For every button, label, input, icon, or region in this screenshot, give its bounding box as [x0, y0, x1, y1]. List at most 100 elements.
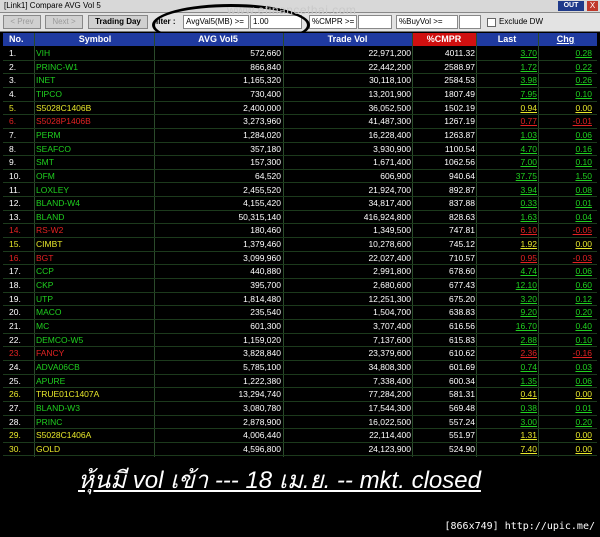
col-last[interactable]: Last: [477, 33, 537, 46]
table-row[interactable]: 6. S5028P1406B 3,273,960 41,487,300 1267.19 0…: [3, 115, 597, 129]
row-last: 1.92: [520, 239, 537, 250]
row-number: 20.: [9, 307, 21, 318]
table-row[interactable]: 7. PERM 1,284,020 16,228,400 1263.87 1.03 0.06: [3, 129, 597, 143]
table-row[interactable]: 20. MACO 235,540 1,504,700 638.83 9.20 0.20: [3, 306, 597, 320]
table-row[interactable]: 13. BLAND 50,315,140 416,924,800 828.63 1.63 0…: [3, 211, 597, 225]
row-last: 12.10: [515, 280, 537, 291]
table-row[interactable]: 30. GOLD 4,596,800 24,123,900 524.90 7.40 0.00: [3, 443, 597, 457]
row-symbol: S5028C1406B: [36, 102, 92, 113]
row-symbol: CCP: [36, 266, 54, 277]
row-avg-vol5: 730,400: [250, 88, 281, 99]
row-chg: 0.00: [575, 102, 592, 113]
buyvol-field-value: %BuyVol >=: [399, 17, 443, 26]
col-avg-vol5[interactable]: AVG Vol5: [155, 33, 281, 46]
table-row[interactable]: 22. DEMCO-W5 1,159,020 7,137,600 615.83 2.88 0…: [3, 334, 597, 348]
row-symbol: BGT: [36, 252, 54, 263]
compare-avg-vol-window: [Link1] Compare AVG Vol 5 OUT X < Prev N…: [0, 0, 600, 537]
row-avg-vol5: 64,520: [255, 170, 281, 181]
out-button[interactable]: OUT: [558, 1, 584, 11]
row-number: 2.: [9, 61, 17, 72]
table-row[interactable]: 29. S5028C1406A 4,006,440 22,114,400 551.97 1…: [3, 429, 597, 443]
table-row[interactable]: 1. VIH 572,660 22,971,200 4011.32 3.70 0.28: [3, 47, 597, 61]
row-last: 1.72: [520, 61, 537, 72]
table-row[interactable]: 9. SMT 157,300 1,671,400 1062.56 7.00 0.10: [3, 156, 597, 170]
row-number: 7.: [9, 129, 17, 140]
col-no[interactable]: No.: [9, 33, 35, 46]
row-trade-vol: 416,924,800: [363, 211, 411, 222]
row-symbol: VIH: [36, 48, 51, 58]
row-avg-vol5: 357,180: [250, 143, 281, 154]
table-row[interactable]: 18. CKP 395,700 2,680,600 677.43 12.10 0.60: [3, 279, 597, 293]
table-row[interactable]: 24. ADVA06CB 5,785,100 34,808,300 601.69 0.74…: [3, 361, 597, 375]
row-cmpr: 638.83: [449, 307, 475, 318]
row-trade-vol: 606,900: [380, 170, 411, 181]
table-row[interactable]: 3. INET 1,165,320 30,118,100 2584.53 3.98 0.26: [3, 74, 597, 88]
row-trade-vol: 41,487,300: [368, 116, 411, 127]
row-trade-vol: 17,544,300: [368, 402, 411, 413]
table-row[interactable]: 27. BLAND-W3 3,080,780 17,544,300 569.48 0.38…: [3, 402, 597, 416]
table-row[interactable]: 26. TRUE01C1407A 13,294,740 77,284,200 581.3…: [3, 388, 597, 402]
row-number: 10.: [9, 170, 21, 181]
row-avg-vol5: 395,700: [250, 280, 281, 291]
exclude-dw-checkbox[interactable]: [487, 18, 496, 27]
row-number: 24.: [9, 361, 21, 372]
table-row[interactable]: 12. BLAND-W4 4,155,420 34,817,400 837.88 0.33…: [3, 197, 597, 211]
table-row[interactable]: 19. UTP 1,814,480 12,251,300 675.20 3.20 0.12: [3, 293, 597, 307]
table-row[interactable]: 11. LOXLEY 2,455,520 21,924,700 892.87 3.94 0.…: [3, 184, 597, 198]
table-row[interactable]: 8. SEAFCO 357,180 3,930,900 1100.54 4.70 0.16: [3, 143, 597, 157]
cmpr-value-input[interactable]: [358, 15, 392, 29]
watermark: www.efinancethai.com: [227, 3, 357, 17]
row-trade-vol: 3,930,900: [373, 143, 411, 154]
table-row[interactable]: 16. BGT 3,099,960 22,027,400 710.57 0.95 -0.03: [3, 252, 597, 266]
row-symbol: FANCY: [36, 348, 65, 359]
table-row[interactable]: 4. TIPCO 730,400 13,201,900 1807.49 7.95 0.10: [3, 88, 597, 102]
close-button[interactable]: X: [587, 1, 598, 11]
table-row[interactable]: 28. PRINC 2,878,900 16,022,500 557.24 3.00 0.2…: [3, 416, 597, 430]
table-row[interactable]: 21. MC 601,300 3,707,400 616.56 16.70 0.40: [3, 320, 597, 334]
buyvol-field-select[interactable]: %BuyVol >=: [396, 15, 458, 29]
row-last: 0.74: [520, 361, 537, 372]
window-title: [Link1] Compare AVG Vol 5: [4, 1, 101, 10]
row-trade-vol: 36,052,500: [368, 102, 411, 113]
row-number: 14.: [9, 225, 21, 236]
table-row[interactable]: 25. APURE 1,222,380 7,338,400 600.34 1.35 0.06: [3, 375, 597, 389]
table-row[interactable]: 2. PRINC-W1 866,840 22,442,200 2588.97 1.72 0.…: [3, 61, 597, 75]
row-chg: 0.22: [575, 61, 592, 72]
row-avg-vol5: 3,099,960: [243, 252, 281, 263]
table-row[interactable]: 10. OFM 64,520 606,900 940.64 37.75 1.50: [3, 170, 597, 184]
row-symbol: S5028P1406B: [36, 116, 91, 127]
trading-day-button[interactable]: Trading Day: [88, 15, 148, 29]
table-row[interactable]: 5. S5028C1406B 2,400,000 36,052,500 1502.19 0…: [3, 102, 597, 116]
exclude-dw-label: Exclude DW: [499, 17, 544, 26]
row-trade-vol: 16,022,500: [368, 416, 411, 427]
row-trade-vol: 7,137,600: [373, 334, 411, 345]
col-chg[interactable]: Chg: [539, 33, 592, 46]
row-symbol: CIMBT: [36, 239, 63, 250]
col-symbol[interactable]: Symbol: [36, 33, 154, 46]
row-chg: 0.08: [575, 184, 592, 195]
col-cmpr[interactable]: %CMPR: [413, 33, 475, 46]
row-last: 3.94: [520, 184, 537, 195]
col-trade-vol[interactable]: Trade Vol: [284, 33, 411, 46]
row-symbol: TIPCO: [36, 88, 62, 99]
table-row[interactable]: 23. FANCY 3,828,840 23,379,600 610.62 2.36 -0.…: [3, 347, 597, 361]
row-avg-vol5: 157,300: [250, 157, 281, 168]
row-chg: 0.03: [575, 361, 592, 372]
row-chg: 0.01: [575, 198, 592, 209]
prev-button[interactable]: < Prev: [3, 15, 41, 29]
row-avg-vol5: 4,596,800: [243, 443, 281, 454]
row-cmpr: 4011.32: [444, 48, 475, 58]
table-row[interactable]: 14. RS-W2 180,460 1,349,500 747.81 6.10 -0.05: [3, 224, 597, 239]
row-trade-vol: 16,228,400: [368, 129, 411, 140]
upic-stamp: [866x749] http://upic.me/: [444, 521, 595, 532]
row-trade-vol: 1,671,400: [373, 157, 411, 168]
table-row[interactable]: 15. CIMBT 1,379,460 10,278,600 745.12 1.92 0.0…: [3, 238, 597, 252]
row-cmpr: 2588.97: [444, 61, 475, 72]
row-cmpr: 675.20: [449, 293, 475, 304]
next-button[interactable]: Next >: [45, 15, 83, 29]
cmpr-field-select[interactable]: %CMPR >=: [309, 15, 357, 29]
buyvol-value-input[interactable]: [459, 15, 481, 29]
row-avg-vol5: 2,455,520: [243, 184, 281, 195]
row-number: 23.: [9, 348, 21, 359]
table-row[interactable]: 17. CCP 440,880 2,991,800 678.60 4.74 0.06: [3, 265, 597, 280]
